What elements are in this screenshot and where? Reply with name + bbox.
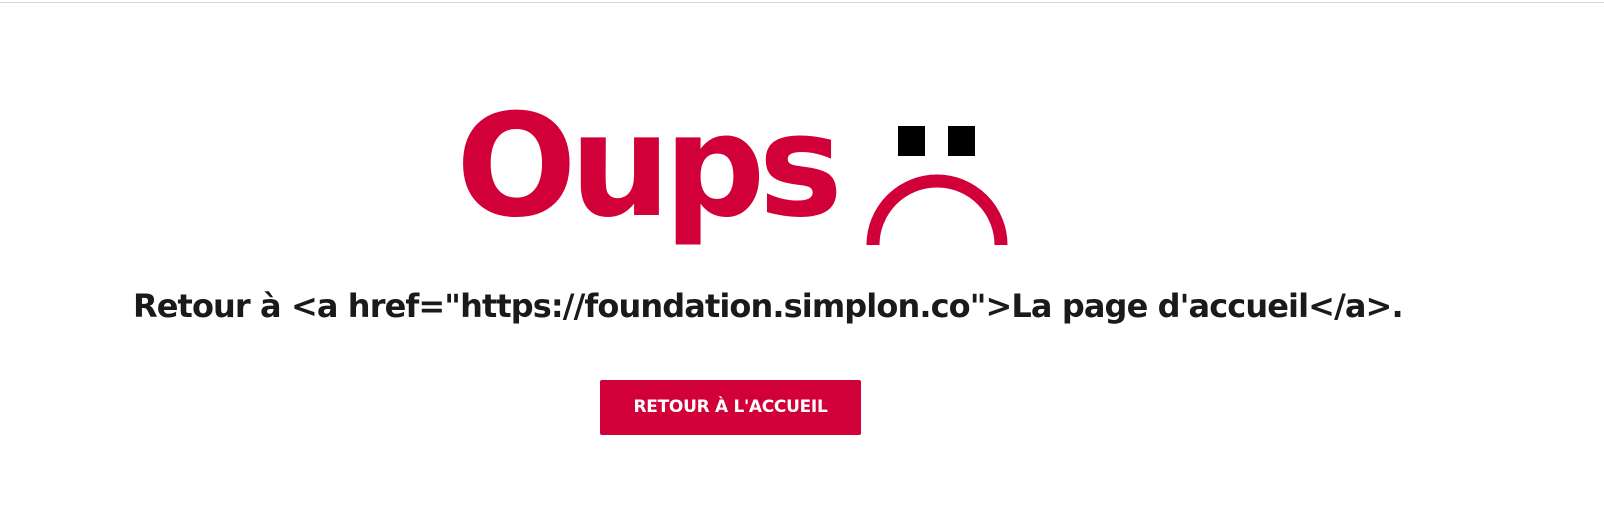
frown-mouth (866, 174, 1008, 246)
return-home-message: Retour à <a href="https://foundation.sim… (133, 287, 1404, 325)
right-eye (948, 126, 975, 156)
top-divider (0, 2, 1604, 3)
sad-face-icon (866, 126, 1008, 246)
left-eye (898, 126, 925, 156)
page-title: Oups (456, 84, 843, 249)
return-home-button[interactable]: RETOUR À L'ACCUEIL (600, 380, 861, 435)
